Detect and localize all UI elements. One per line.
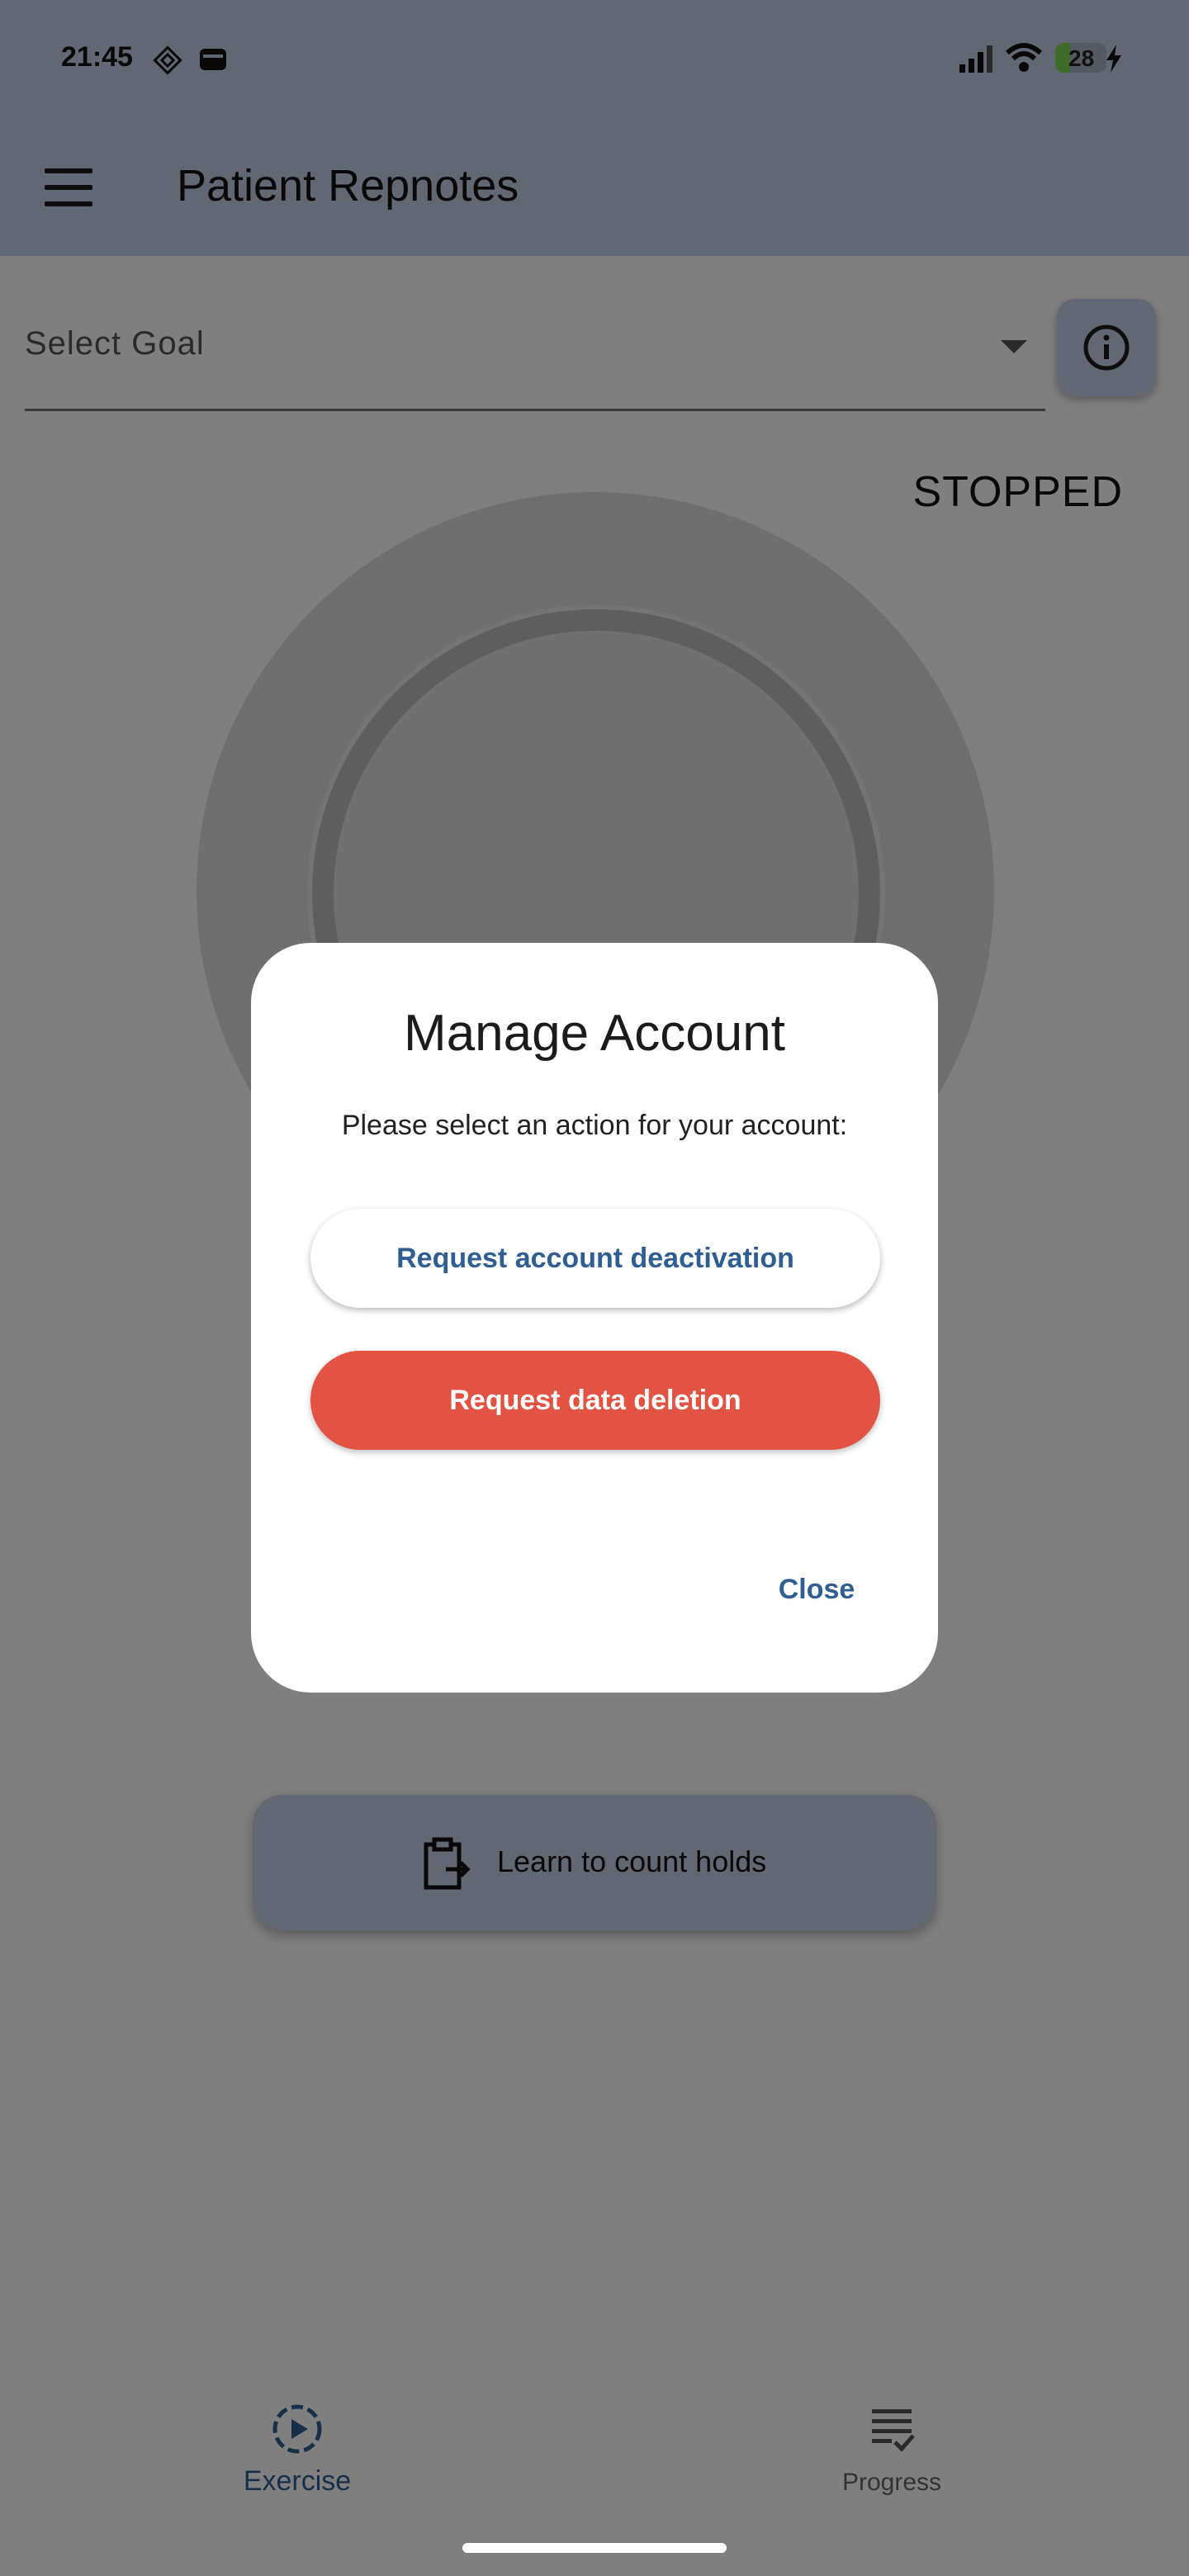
manage-account-dialog: Manage Account Please select an action f…	[251, 943, 938, 1693]
dialog-message: Please select an action for your account…	[341, 1110, 848, 1141]
close-button[interactable]: Close	[746, 1554, 887, 1625]
request-deactivation-button[interactable]: Request account deactivation	[310, 1209, 880, 1308]
request-data-deletion-button[interactable]: Request data deletion	[310, 1351, 880, 1450]
home-indicator[interactable]	[462, 2543, 727, 2553]
dialog-title: Manage Account	[404, 1005, 785, 1062]
